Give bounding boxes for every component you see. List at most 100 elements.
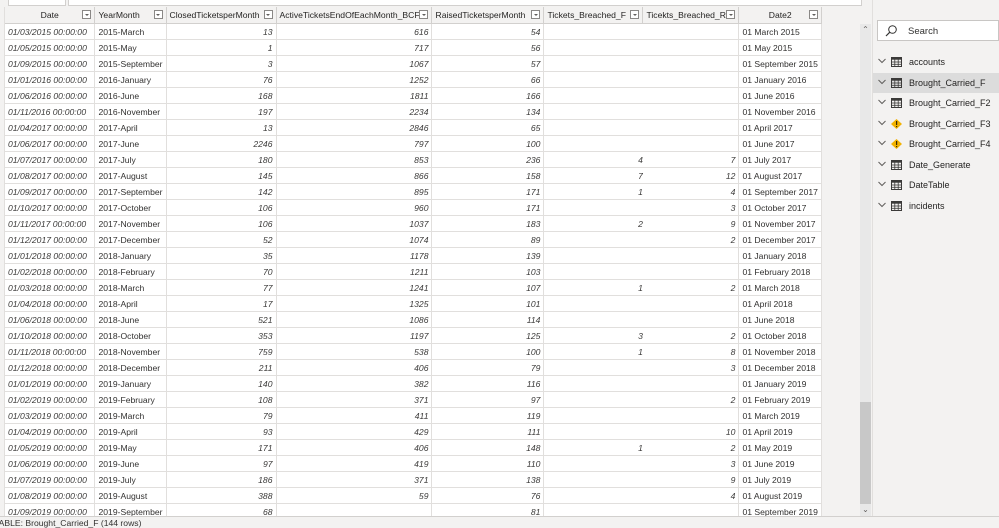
- fields-search-input[interactable]: Search: [877, 20, 999, 41]
- cell-tickets-breached-f: [543, 455, 643, 472]
- column-header-closedticketspermonth[interactable]: ClosedTicketsperMonth: [166, 7, 277, 24]
- column-header-label: RaisedTicketsperMonth: [435, 10, 526, 20]
- chevron-down-icon[interactable]: [877, 179, 887, 189]
- formula-input[interactable]: [68, 0, 862, 6]
- cell-activeticketsendofeachmonth-bcf: 371: [276, 391, 433, 408]
- cell-raisedticketspermonth: 76: [431, 487, 545, 504]
- table-row: 01/05/2019 00:00:00 2019-May 171 406 148 1 2 01…: [5, 439, 822, 456]
- filter-dropdown-icon[interactable]: [153, 10, 163, 19]
- column-header-yearmonth[interactable]: YearMonth: [94, 7, 167, 24]
- cell-tickets-breached-f: [543, 55, 643, 72]
- cell-date2: 01 June 2018: [738, 311, 822, 328]
- filter-dropdown-icon[interactable]: [531, 10, 541, 19]
- filter-dropdown-icon[interactable]: [82, 10, 92, 19]
- cell-yearmonth: 2017-September: [94, 183, 167, 200]
- cell-ticekts-breached-r: [642, 247, 740, 264]
- cell-activeticketsendofeachmonth-bcf: 616: [276, 23, 433, 40]
- cell-ticekts-breached-r: 4: [642, 183, 740, 200]
- cell-tickets-breached-f: [543, 103, 643, 120]
- cell-activeticketsendofeachmonth-bcf: 429: [276, 423, 433, 440]
- filter-dropdown-icon[interactable]: [809, 10, 818, 19]
- chevron-down-icon[interactable]: [877, 97, 887, 107]
- cell-date2: 01 April 2017: [738, 119, 822, 136]
- cell-date: 01/03/2019 00:00:00: [5, 407, 96, 424]
- filter-dropdown-icon[interactable]: [263, 10, 273, 19]
- cell-date2: 01 December 2018: [738, 359, 822, 376]
- cell-closedticketspermonth: 171: [166, 439, 277, 456]
- filter-dropdown-icon[interactable]: [419, 10, 429, 19]
- table-icon: [891, 57, 902, 67]
- cell-activeticketsendofeachmonth-bcf: 866: [276, 167, 433, 184]
- chevron-down-icon[interactable]: [877, 118, 887, 128]
- field-table-brought-carried-f4[interactable]: Brought_Carried_F4: [873, 134, 999, 154]
- name-box[interactable]: [8, 0, 66, 6]
- cell-yearmonth: 2015-March: [94, 23, 167, 40]
- column-header-ticekts-breached-r[interactable]: Ticekts_Breached_R: [642, 7, 740, 24]
- cell-date: 01/02/2018 00:00:00: [5, 263, 96, 280]
- filter-dropdown-icon[interactable]: [630, 10, 640, 19]
- chevron-down-icon[interactable]: [877, 56, 887, 66]
- cell-ticekts-breached-r: [642, 295, 740, 312]
- cell-ticekts-breached-r: [642, 135, 740, 152]
- cell-yearmonth: 2018-October: [94, 327, 167, 344]
- cell-tickets-breached-f: [543, 247, 643, 264]
- field-table-date-generate[interactable]: Date_Generate: [873, 155, 999, 175]
- cell-ticekts-breached-r: 2: [642, 439, 740, 456]
- cell-ticekts-breached-r: 4: [642, 487, 740, 504]
- cell-tickets-breached-f: [543, 39, 643, 56]
- scroll-down-arrow-icon[interactable]: ⌄: [860, 504, 871, 516]
- cell-yearmonth: 2018-April: [94, 295, 167, 312]
- field-table-brought-carried-f[interactable]: Brought_Carried_F: [873, 72, 999, 93]
- table-icon: [891, 200, 902, 211]
- cell-raisedticketspermonth: 66: [431, 71, 545, 88]
- cell-raisedticketspermonth: 79: [431, 359, 545, 376]
- filter-dropdown-icon[interactable]: [726, 10, 736, 19]
- cell-tickets-breached-f: [543, 311, 643, 328]
- cell-ticekts-breached-r: [642, 39, 740, 56]
- cell-yearmonth: 2018-June: [94, 311, 167, 328]
- cell-closedticketspermonth: 140: [166, 375, 277, 392]
- field-table-incidents[interactable]: incidents: [873, 196, 999, 216]
- cell-ticekts-breached-r: 10: [642, 423, 740, 440]
- field-table-datetable[interactable]: DateTable: [873, 175, 999, 195]
- cell-tickets-breached-f: [543, 199, 643, 216]
- cell-closedticketspermonth: 106: [166, 215, 277, 232]
- column-header-date[interactable]: Date: [5, 7, 96, 24]
- chevron-down-icon[interactable]: [877, 77, 887, 87]
- table-row: 01/03/2015 00:00:00 2015-March 13 616 54 01 M…: [5, 23, 822, 40]
- cell-date2: 01 August 2017: [738, 167, 822, 184]
- scrollbar-thumb[interactable]: [860, 402, 871, 504]
- cell-closedticketspermonth: 759: [166, 343, 277, 360]
- cell-raisedticketspermonth: 110: [431, 455, 545, 472]
- chevron-down-icon[interactable]: [877, 200, 887, 210]
- column-header-activeticketsendofeachmonth-bcf[interactable]: ActiveTicketsEndOfEachMonth_BCF: [276, 7, 433, 24]
- column-header-date2[interactable]: Date2: [738, 7, 822, 24]
- cell-yearmonth: 2019-May: [94, 439, 167, 456]
- cell-ticekts-breached-r: [642, 375, 740, 392]
- field-table-brought-carried-f2[interactable]: Brought_Carried_F2: [873, 93, 999, 113]
- table-row: 01/11/2018 00:00:00 2018-November 759 538 10…: [5, 343, 822, 360]
- vertical-scrollbar[interactable]: ⌃ ⌄: [860, 24, 871, 516]
- cell-tickets-breached-f: [543, 375, 643, 392]
- scroll-up-arrow-icon[interactable]: ⌃: [860, 24, 871, 36]
- cell-date2: 01 November 2018: [738, 343, 822, 360]
- cell-raisedticketspermonth: 236: [431, 151, 545, 168]
- cell-date2: 01 July 2019: [738, 471, 822, 488]
- cell-ticekts-breached-r: 12: [642, 167, 740, 184]
- cell-raisedticketspermonth: 54: [431, 23, 545, 40]
- cell-ticekts-breached-r: 3: [642, 359, 740, 376]
- cell-tickets-breached-f: [543, 407, 643, 424]
- field-table-label: Date_Generate: [909, 159, 971, 170]
- field-table-accounts[interactable]: accounts: [873, 52, 999, 72]
- field-table-brought-carried-f3[interactable]: Brought_Carried_F3: [873, 114, 999, 134]
- cell-date2: 01 July 2017: [738, 151, 822, 168]
- column-header-raisedticketspermonth[interactable]: RaisedTicketsperMonth: [431, 7, 545, 24]
- column-header-tickets-breached-f[interactable]: Tickets_Breached_F: [543, 7, 644, 24]
- cell-date: 01/10/2017 00:00:00: [5, 199, 96, 216]
- chevron-down-icon[interactable]: [877, 138, 887, 148]
- cell-activeticketsendofeachmonth-bcf: 382: [276, 375, 433, 392]
- chevron-down-icon[interactable]: [877, 159, 887, 169]
- cell-activeticketsendofeachmonth-bcf: 1197: [276, 327, 433, 344]
- cell-activeticketsendofeachmonth-bcf: 1241: [276, 279, 433, 296]
- cell-raisedticketspermonth: 134: [431, 103, 545, 120]
